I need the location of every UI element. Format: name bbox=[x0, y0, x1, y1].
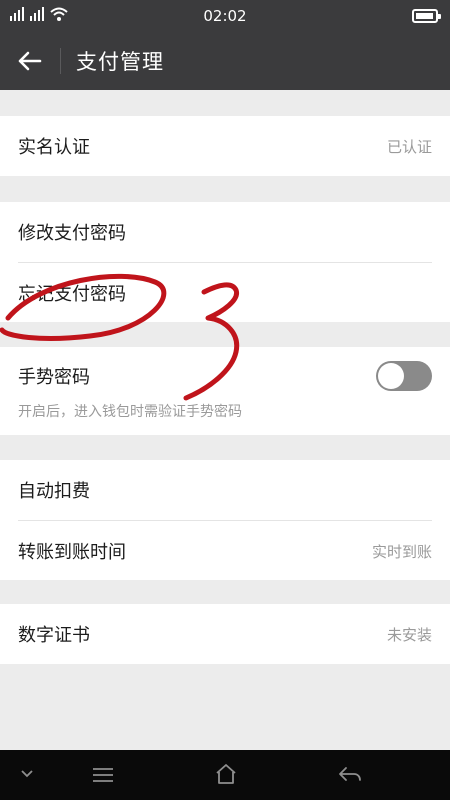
identity-label: 实名认证 bbox=[18, 137, 90, 158]
toggle-knob bbox=[378, 363, 404, 389]
battery-icon bbox=[412, 9, 441, 23]
transfer-time-value: 实时到账 bbox=[371, 543, 432, 561]
auto-debit-row[interactable]: 自动扣费 bbox=[0, 460, 450, 520]
certificate-row[interactable]: 数字证书 未安装 bbox=[0, 604, 450, 664]
page-title: 支付管理 bbox=[76, 50, 164, 74]
header-divider bbox=[60, 48, 61, 74]
auto-debit-label: 自动扣费 bbox=[18, 481, 90, 502]
menu-icon[interactable] bbox=[92, 766, 114, 784]
forgot-password-row[interactable]: 忘记支付密码 bbox=[0, 263, 450, 323]
system-nav-bar bbox=[0, 750, 450, 800]
certificate-status: 未安装 bbox=[386, 626, 432, 644]
chevron-down-icon[interactable] bbox=[20, 768, 34, 780]
modify-password-label: 修改支付密码 bbox=[18, 223, 126, 244]
transfer-time-row[interactable]: 转账到账时间 实时到账 bbox=[0, 521, 450, 581]
modify-password-row[interactable]: 修改支付密码 bbox=[0, 202, 450, 262]
gesture-password-hint: 开启后，进入钱包时需验证手势密码 bbox=[18, 404, 242, 420]
certificate-section: 数字证书 未安装 bbox=[0, 604, 450, 664]
arrow-left-icon[interactable] bbox=[14, 46, 44, 76]
password-section: 修改支付密码 忘记支付密码 bbox=[0, 202, 450, 322]
app-bar: 支付管理 bbox=[0, 32, 450, 90]
identity-row[interactable]: 实名认证 已认证 bbox=[0, 116, 450, 176]
home-icon[interactable] bbox=[214, 762, 238, 786]
identity-section: 实名认证 已认证 bbox=[0, 116, 450, 176]
gesture-password-label: 手势密码 bbox=[18, 367, 90, 388]
transfer-time-label: 转账到账时间 bbox=[18, 542, 126, 563]
status-time: 02:02 bbox=[203, 7, 247, 25]
payments-section: 自动扣费 转账到账时间 实时到账 bbox=[0, 460, 450, 580]
identity-status: 已认证 bbox=[386, 138, 432, 156]
return-icon[interactable] bbox=[338, 765, 362, 785]
status-bar: 02:02 bbox=[0, 0, 450, 32]
forgot-password-label: 忘记支付密码 bbox=[18, 284, 126, 305]
gesture-password-toggle[interactable] bbox=[376, 361, 432, 391]
certificate-label: 数字证书 bbox=[18, 625, 90, 646]
gesture-section: 手势密码 开启后，进入钱包时需验证手势密码 bbox=[0, 347, 450, 435]
